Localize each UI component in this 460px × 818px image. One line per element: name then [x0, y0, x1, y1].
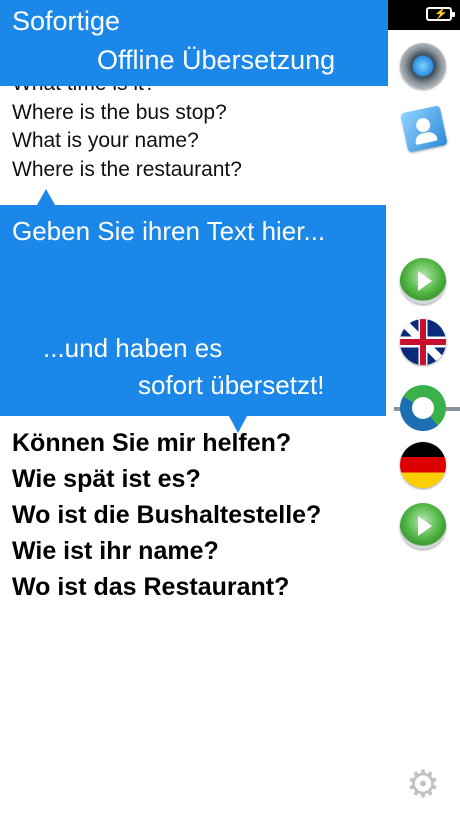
source-line: Where is the restaurant? [12, 157, 242, 181]
translation-line: Wie spät ist es? [12, 465, 201, 493]
uk-flag-icon[interactable] [400, 319, 446, 365]
record-icon[interactable] [400, 43, 446, 89]
translation-line: Können Sie mir helfen? [12, 429, 292, 457]
gear-icon[interactable]: ⚙ [405, 766, 441, 804]
callout-pointer-down [229, 416, 247, 433]
german-flag-icon[interactable] [400, 442, 446, 488]
promo-title-banner: Sofortige Offline Übersetzung [0, 0, 388, 86]
promo-hint-callout: Geben Sie ihren Text hier... ...und habe… [0, 189, 386, 433]
hint-line1: Geben Sie ihren Text hier... [12, 216, 326, 246]
translation-line: Wo ist das Restaurant? [12, 573, 290, 601]
source-line: What is your name? [12, 129, 199, 152]
translation-line: Wo ist die Bushaltestelle? [12, 501, 322, 529]
charging-bolt-icon: ⚡ [434, 8, 448, 20]
source-text-area[interactable]: What time is it? Where is the bus stop? … [12, 70, 382, 184]
swap-languages-button[interactable] [394, 383, 460, 433]
status-bar: ⚡ [385, 0, 460, 30]
contacts-icon[interactable] [400, 105, 448, 153]
promo-title-line2: Offline Übersetzung [97, 45, 336, 75]
play-translation-button[interactable] [400, 503, 446, 549]
hint-line3: sofort übersetzt! [138, 370, 325, 400]
source-line: Where is the bus stop? [12, 100, 227, 124]
callout-pointer-up [37, 189, 55, 205]
hint-line2: ...und haben es [43, 333, 223, 363]
promo-title-line1: Sofortige [12, 6, 121, 36]
battery-icon: ⚡ [426, 7, 455, 21]
play-source-button[interactable] [400, 258, 446, 304]
translation-line: Wie ist ihr name? [12, 537, 219, 565]
play-icon [418, 516, 432, 536]
play-icon [418, 271, 432, 291]
translation-text-area[interactable]: Können Sie mir helfen? Wie spät ist es? … [12, 425, 392, 605]
